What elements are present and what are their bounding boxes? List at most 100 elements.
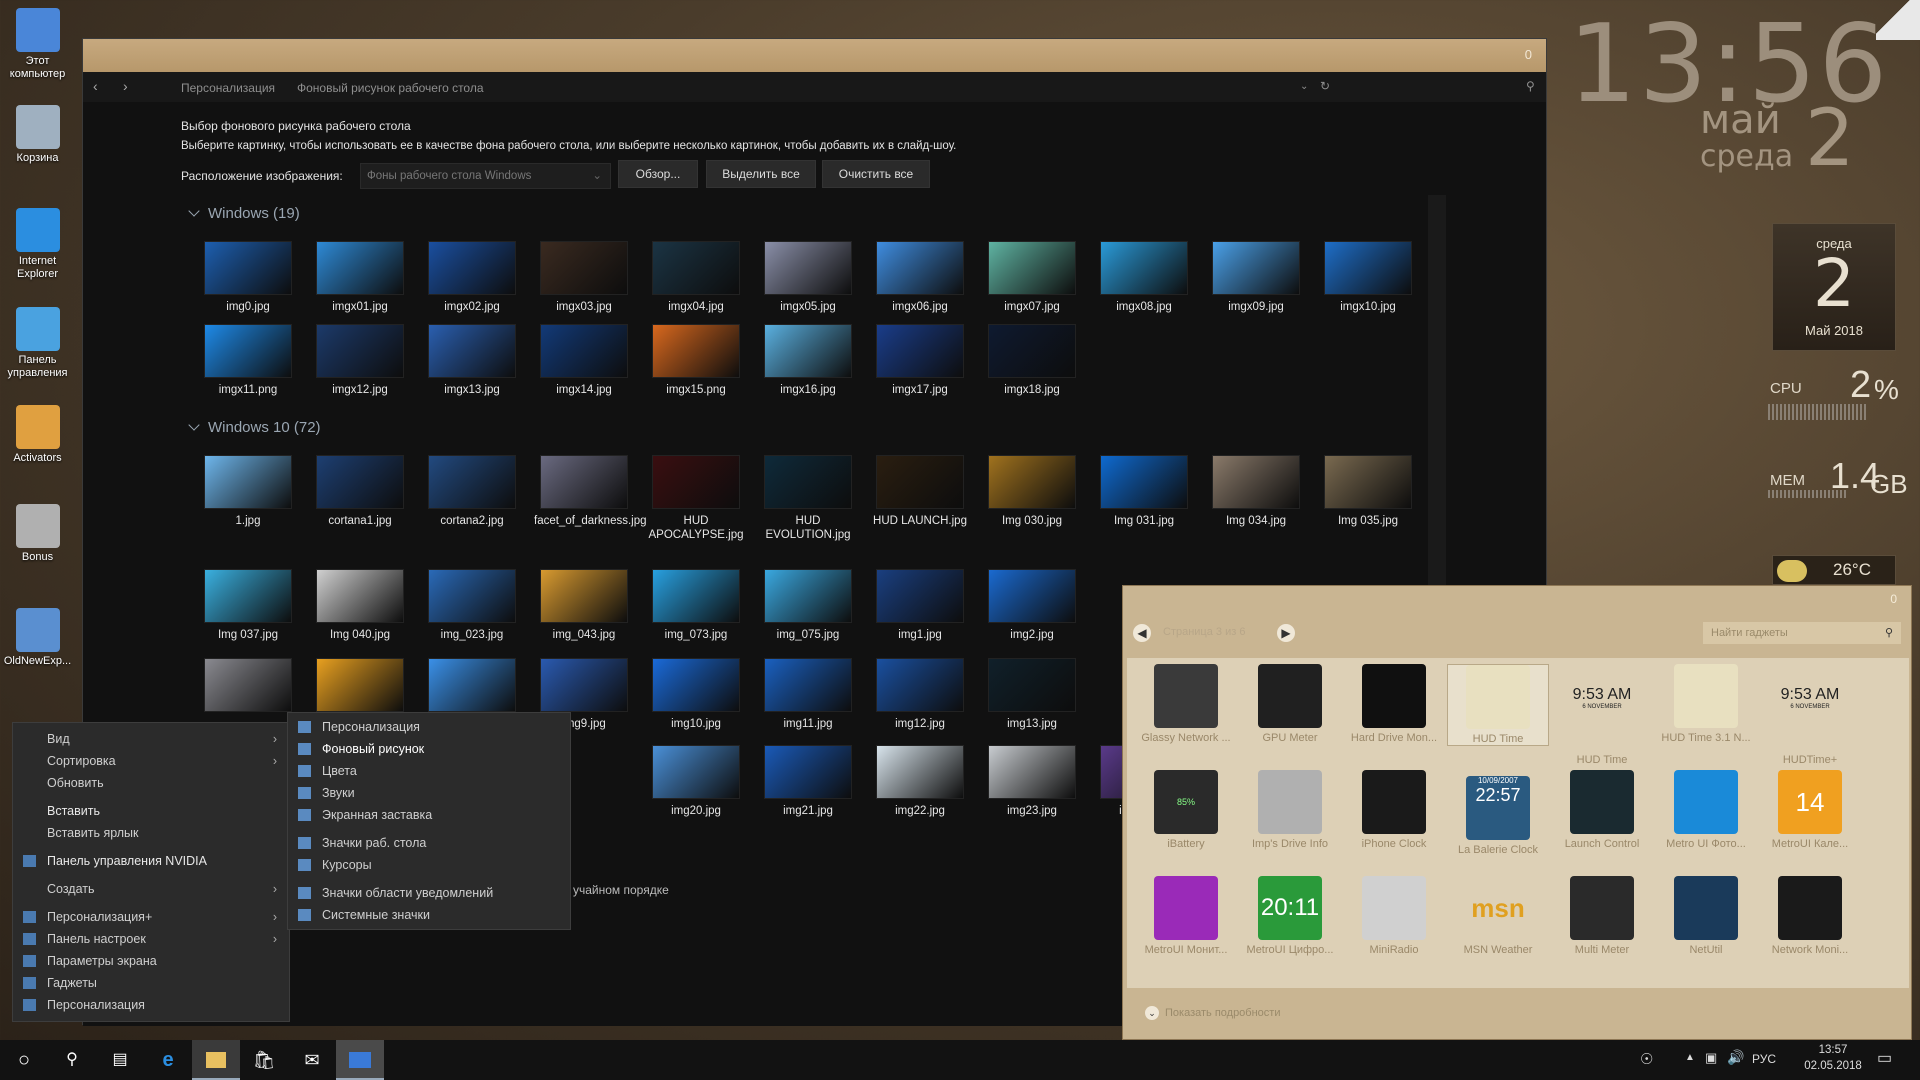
- wallpaper-thumbnail[interactable]: HUD APOCALYPSE.jpg: [646, 455, 746, 542]
- gadget-item[interactable]: iPhone Clock: [1343, 770, 1445, 850]
- wallpaper-thumbnail[interactable]: imgx08.jpg: [1094, 241, 1194, 314]
- tray-clock-time[interactable]: 13:57: [1803, 1044, 1863, 1056]
- wallpaper-thumbnail[interactable]: imgx12.jpg: [310, 324, 410, 397]
- context-menu-item[interactable]: Параметры экрана: [13, 951, 289, 971]
- context-menu-item[interactable]: Обновить: [13, 773, 289, 793]
- submenu-item[interactable]: Цвета: [288, 761, 570, 781]
- wallpaper-thumbnail[interactable]: imgx17.jpg: [870, 324, 970, 397]
- context-menu-item[interactable]: Персонализация+ ›: [13, 907, 289, 927]
- submenu-item[interactable]: Экранная заставка: [288, 805, 570, 825]
- wallpaper-thumbnail[interactable]: imgx11.png: [198, 324, 298, 397]
- wallpaper-thumbnail[interactable]: img20.jpg: [646, 745, 746, 818]
- chevron-up-icon[interactable]: ▲: [1685, 1052, 1695, 1063]
- wallpaper-thumbnail[interactable]: cortana1.jpg: [310, 455, 410, 528]
- wallpaper-thumbnail[interactable]: imgx02.jpg: [422, 241, 522, 314]
- wallpaper-thumbnail[interactable]: img13.jpg: [982, 658, 1082, 731]
- context-menu-item[interactable]: Гаджеты: [13, 973, 289, 993]
- calendar-widget[interactable]: среда 2 Май 2018: [1772, 223, 1896, 351]
- group-windows[interactable]: Windows (19): [186, 205, 300, 222]
- wallpaper-thumbnail[interactable]: cortana2.jpg: [422, 455, 522, 528]
- context-menu-item[interactable]: Персонализация: [13, 995, 289, 1015]
- gadget-item[interactable]: HUD Time 3.1 N...: [1655, 664, 1757, 744]
- wallpaper-thumbnail[interactable]: imgx15.png: [646, 324, 746, 397]
- gadget-item[interactable]: GPU Meter: [1239, 664, 1341, 744]
- gadget-item[interactable]: Hard Drive Mon...: [1343, 664, 1445, 744]
- wallpaper-thumbnail[interactable]: img_075.jpg: [758, 569, 858, 642]
- wallpaper-thumbnail[interactable]: img2.jpg: [982, 569, 1082, 642]
- context-menu-item[interactable]: Создать ›: [13, 879, 289, 899]
- people-icon[interactable]: ☉: [1640, 1050, 1653, 1068]
- gadget-item[interactable]: 9:53 AM 6 NOVEMBER HUD Time: [1551, 664, 1653, 766]
- personalization-app-icon[interactable]: [336, 1040, 384, 1080]
- gadget-search-input[interactable]: Найти гаджеты ⚲: [1703, 622, 1901, 644]
- gadget-item[interactable]: MiniRadio: [1343, 876, 1445, 956]
- wallpaper-thumbnail[interactable]: Img 037.jpg: [198, 569, 298, 642]
- cpu-meter-widget[interactable]: CPU 2 %: [1768, 364, 1899, 438]
- wallpaper-thumbnail[interactable]: imgx13.jpg: [422, 324, 522, 397]
- show-details-toggle[interactable]: ⌄ Показать подробности: [1145, 1006, 1280, 1020]
- wallpaper-thumbnail[interactable]: imgx05.jpg: [758, 241, 858, 314]
- edge-icon[interactable]: e: [144, 1040, 192, 1080]
- gadget-item[interactable]: 10/09/2007 22:57 La Balerie Clock: [1447, 770, 1549, 856]
- store-icon[interactable]: 🛍: [240, 1040, 288, 1080]
- tray-clock-date[interactable]: 02.05.2018: [1797, 1060, 1869, 1072]
- language-indicator[interactable]: РУС: [1752, 1052, 1776, 1066]
- weather-widget[interactable]: 26°C: [1772, 555, 1896, 585]
- group-windows10[interactable]: Windows 10 (72): [186, 419, 321, 436]
- wallpaper-thumbnail[interactable]: Img 040.jpg: [310, 569, 410, 642]
- location-select[interactable]: Фоны рабочего стола Windows ⌄: [360, 163, 611, 189]
- gadget-item[interactable]: 9:53 AM 6 NOVEMBER HUDTime+: [1759, 664, 1861, 766]
- wallpaper-thumbnail[interactable]: [198, 658, 298, 717]
- clear-all-button[interactable]: Очистить все: [822, 160, 930, 188]
- gadget-item[interactable]: Multi Meter: [1551, 876, 1653, 956]
- back-icon[interactable]: ‹: [93, 78, 98, 94]
- gadget-item[interactable]: Metro UI Фото...: [1655, 770, 1757, 850]
- search-icon[interactable]: ⚲: [48, 1040, 96, 1080]
- prev-page-icon[interactable]: ◀: [1133, 624, 1151, 642]
- desktop-icon[interactable]: Internet Explorer: [0, 208, 75, 281]
- gadget-item[interactable]: MetroUI Монит...: [1135, 876, 1237, 956]
- gadget-item[interactable]: Network Moni...: [1759, 876, 1861, 956]
- submenu-item[interactable]: Фоновый рисунок: [288, 739, 570, 759]
- wallpaper-thumbnail[interactable]: Img 035.jpg: [1318, 455, 1418, 528]
- wallpaper-thumbnail[interactable]: HUD EVOLUTION.jpg: [758, 455, 858, 542]
- gadget-item[interactable]: Glassy Network ...: [1135, 664, 1237, 744]
- wallpaper-thumbnail[interactable]: 1.jpg: [198, 455, 298, 528]
- chevron-down-icon[interactable]: ⌄: [1300, 81, 1308, 92]
- submenu-item[interactable]: Системные значки: [288, 905, 570, 925]
- wallpaper-thumbnail[interactable]: [310, 658, 410, 717]
- wallpaper-thumbnail[interactable]: img12.jpg: [870, 658, 970, 731]
- next-page-icon[interactable]: ▶: [1277, 624, 1295, 642]
- wallpaper-thumbnail[interactable]: facet_of_darkness.jpg: [534, 455, 647, 528]
- wallpaper-thumbnail[interactable]: imgx16.jpg: [758, 324, 858, 397]
- context-menu-item[interactable]: Панель управления NVIDIA: [13, 851, 289, 871]
- breadcrumb-personalization[interactable]: Персонализация: [181, 81, 275, 95]
- wallpaper-thumbnail[interactable]: imgx14.jpg: [534, 324, 634, 397]
- desktop-icon[interactable]: Корзина: [0, 105, 75, 165]
- wallpaper-thumbnail[interactable]: img_023.jpg: [422, 569, 522, 642]
- forward-icon[interactable]: ›: [123, 78, 128, 94]
- wallpaper-thumbnail[interactable]: img22.jpg: [870, 745, 970, 818]
- context-menu-item[interactable]: Вид ›: [13, 729, 289, 749]
- refresh-icon[interactable]: ↻: [1320, 79, 1330, 93]
- search-icon[interactable]: ⚲: [1526, 79, 1535, 93]
- wallpaper-thumbnail[interactable]: img_073.jpg: [646, 569, 746, 642]
- address-bar[interactable]: ‹ › Персонализация Фоновый рисунок рабоч…: [83, 72, 1546, 102]
- wallpaper-thumbnail[interactable]: Img 031.jpg: [1094, 455, 1194, 528]
- wallpaper-thumbnail[interactable]: img10.jpg: [646, 658, 746, 731]
- wallpaper-thumbnail[interactable]: imgx09.jpg: [1206, 241, 1306, 314]
- gadget-item[interactable]: 14 MetroUI Кале...: [1759, 770, 1861, 850]
- wallpaper-thumbnail[interactable]: img23.jpg: [982, 745, 1082, 818]
- volume-icon[interactable]: 🔊: [1727, 1049, 1744, 1066]
- submenu-item[interactable]: Звуки: [288, 783, 570, 803]
- desktop-icon[interactable]: Этот компьютер: [0, 8, 75, 81]
- wallpaper-thumbnail[interactable]: img_043.jpg: [534, 569, 634, 642]
- context-menu-item[interactable]: Вставить ярлык: [13, 823, 289, 843]
- select-all-button[interactable]: Выделить все: [706, 160, 816, 188]
- wallpaper-thumbnail[interactable]: imgx01.jpg: [310, 241, 410, 314]
- context-menu-item[interactable]: Вставить: [13, 801, 289, 821]
- network-icon[interactable]: ▣: [1705, 1050, 1717, 1066]
- wallpaper-thumbnail[interactable]: Img 034.jpg: [1206, 455, 1306, 528]
- start-icon[interactable]: ○: [0, 1040, 48, 1080]
- context-menu-item[interactable]: Сортировка ›: [13, 751, 289, 771]
